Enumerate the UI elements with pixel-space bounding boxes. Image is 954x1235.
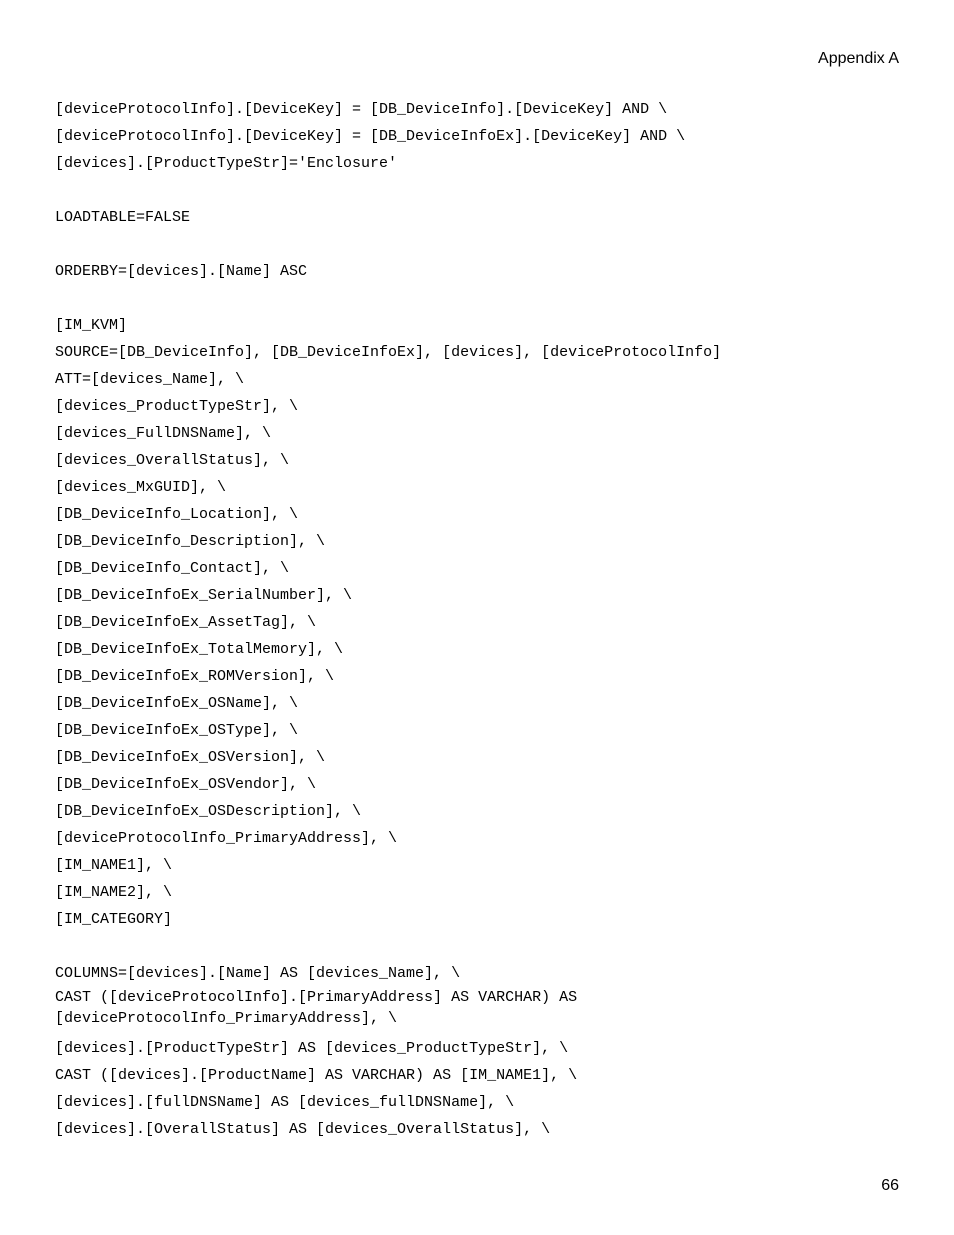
document-page: Appendix A [deviceProtocolInfo].[DeviceK… <box>0 0 954 1235</box>
code-line: [DB_DeviceInfoEx_ROMVersion], \ <box>55 663 899 690</box>
code-line: [DB_DeviceInfoEx_OSName], \ <box>55 690 899 717</box>
code-line <box>55 231 899 258</box>
code-line: [devices_ProductTypeStr], \ <box>55 393 899 420</box>
code-line: CAST ([devices].[ProductName] AS VARCHAR… <box>55 1062 899 1089</box>
code-line: [DB_DeviceInfoEx_OSVersion], \ <box>55 744 899 771</box>
code-line: [IM_NAME2], \ <box>55 879 899 906</box>
code-line: [deviceProtocolInfo].[DeviceKey] = [DB_D… <box>55 96 899 123</box>
code-line: [IM_CATEGORY] <box>55 906 899 933</box>
code-line: [DB_DeviceInfo_Description], \ <box>55 528 899 555</box>
code-line: CAST ([deviceProtocolInfo].[PrimaryAddre… <box>55 987 899 1029</box>
code-line: [devices_MxGUID], \ <box>55 474 899 501</box>
code-line: [deviceProtocolInfo_PrimaryAddress], \ <box>55 825 899 852</box>
code-block: [deviceProtocolInfo].[DeviceKey] = [DB_D… <box>55 96 899 1143</box>
code-line: [devices].[ProductTypeStr]='Enclosure' <box>55 150 899 177</box>
code-line: [devices].[ProductTypeStr] AS [devices_P… <box>55 1035 899 1062</box>
code-line: COLUMNS=[devices].[Name] AS [devices_Nam… <box>55 960 899 987</box>
code-line: ORDERBY=[devices].[Name] ASC <box>55 258 899 285</box>
code-line <box>55 285 899 312</box>
code-line: [IM_NAME1], \ <box>55 852 899 879</box>
code-line: [devices].[OverallStatus] AS [devices_Ov… <box>55 1116 899 1143</box>
code-line: [DB_DeviceInfoEx_TotalMemory], \ <box>55 636 899 663</box>
code-line: [devices].[fullDNSName] AS [devices_full… <box>55 1089 899 1116</box>
page-number: 66 <box>881 1177 899 1195</box>
code-line: [DB_DeviceInfoEx_OSVendor], \ <box>55 771 899 798</box>
code-line <box>55 933 899 960</box>
code-line: LOADTABLE=FALSE <box>55 204 899 231</box>
code-line: [devices_OverallStatus], \ <box>55 447 899 474</box>
code-line: SOURCE=[DB_DeviceInfo], [DB_DeviceInfoEx… <box>55 339 899 366</box>
code-line: [devices_FullDNSName], \ <box>55 420 899 447</box>
page-header: Appendix A <box>55 50 899 68</box>
code-line: [DB_DeviceInfoEx_SerialNumber], \ <box>55 582 899 609</box>
code-line: [IM_KVM] <box>55 312 899 339</box>
code-line: [DB_DeviceInfo_Contact], \ <box>55 555 899 582</box>
code-line: [deviceProtocolInfo].[DeviceKey] = [DB_D… <box>55 123 899 150</box>
code-line: [DB_DeviceInfoEx_OSDescription], \ <box>55 798 899 825</box>
code-line: ATT=[devices_Name], \ <box>55 366 899 393</box>
code-line: [DB_DeviceInfoEx_AssetTag], \ <box>55 609 899 636</box>
code-line: [DB_DeviceInfo_Location], \ <box>55 501 899 528</box>
code-line <box>55 177 899 204</box>
code-line: [DB_DeviceInfoEx_OSType], \ <box>55 717 899 744</box>
